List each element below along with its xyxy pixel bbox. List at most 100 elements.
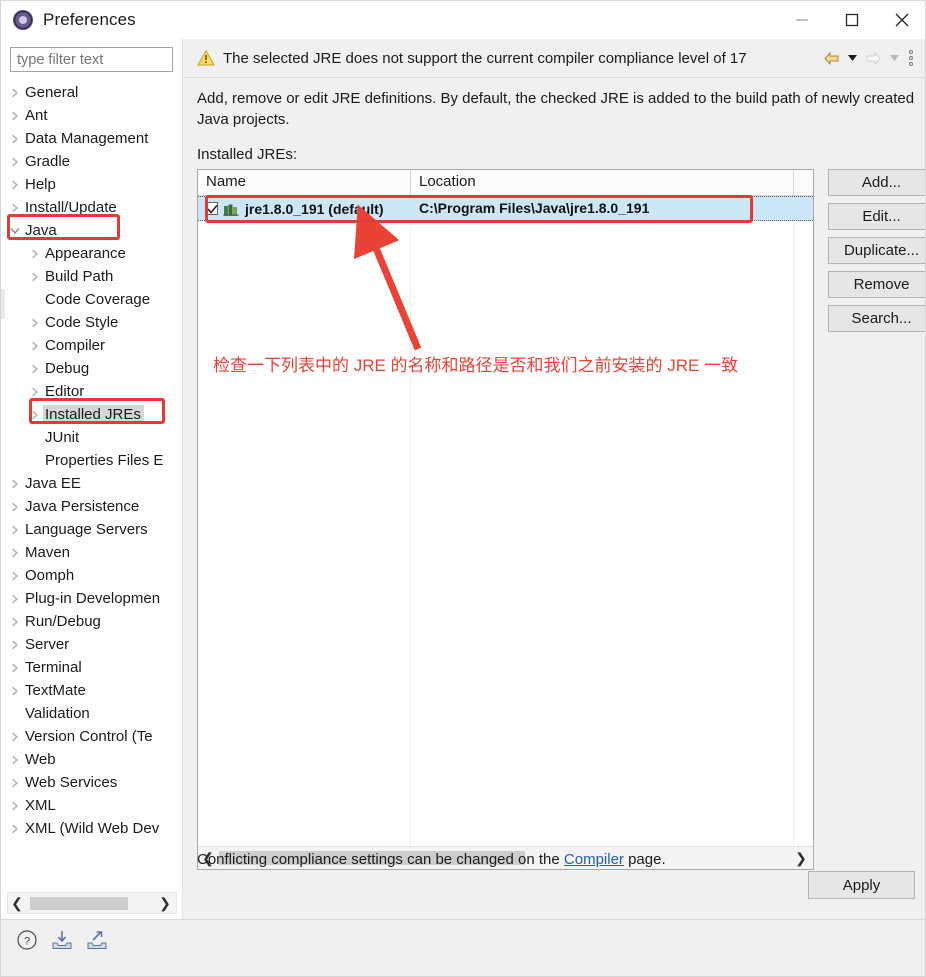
chevron-down-icon[interactable] <box>7 219 23 242</box>
sidebar-item-version-control-te[interactable]: Version Control (Te <box>1 725 183 748</box>
sidebar-item-junit[interactable]: JUnit <box>1 426 183 449</box>
chevron-right-icon[interactable] <box>7 748 23 771</box>
scroll-left-icon[interactable]: ❮ <box>8 895 26 912</box>
sidebar-item-help[interactable]: Help <box>1 173 183 196</box>
scrollbar-thumb[interactable] <box>30 897 128 910</box>
chevron-right-icon[interactable] <box>7 81 23 104</box>
sidebar-item-ant[interactable]: Ant <box>1 104 183 127</box>
sidebar-item-general[interactable]: General <box>1 81 183 104</box>
chevron-right-icon[interactable] <box>27 334 43 357</box>
sidebar-item-run-debug[interactable]: Run/Debug <box>1 610 183 633</box>
sidebar-item-java[interactable]: Java <box>1 219 183 242</box>
sidebar-item-gradle[interactable]: Gradle <box>1 150 183 173</box>
row-location-cell[interactable]: C:\Program Files\Java\jre1.8.0_191 <box>411 200 794 218</box>
sidebar-item-java-ee[interactable]: Java EE <box>1 472 183 495</box>
sidebar-item-code-style[interactable]: Code Style <box>1 311 183 334</box>
conflict-note: Conflicting compliance settings can be c… <box>197 851 666 868</box>
search-button[interactable]: Search... <box>828 305 925 332</box>
sidebar-item-xml[interactable]: XML <box>1 794 183 817</box>
sidebar-item-textmate[interactable]: TextMate <box>1 679 183 702</box>
chevron-right-icon[interactable] <box>7 518 23 541</box>
chevron-right-icon[interactable] <box>7 150 23 173</box>
minimize-button[interactable] <box>777 1 827 39</box>
sidebar-item-web-services[interactable]: Web Services <box>1 771 183 794</box>
view-menu-icon[interactable] <box>904 47 918 69</box>
column-header-name[interactable]: Name <box>198 170 411 195</box>
sidebar-horizontal-scrollbar[interactable]: ❮ ❯ <box>7 892 177 914</box>
chevron-right-icon[interactable] <box>7 587 23 610</box>
chevron-right-icon[interactable] <box>7 127 23 150</box>
duplicate-button[interactable]: Duplicate... <box>828 237 925 264</box>
help-icon[interactable]: ? <box>15 928 39 952</box>
chevron-right-icon[interactable] <box>7 541 23 564</box>
apply-button[interactable]: Apply <box>808 871 915 899</box>
sidebar-item-language-servers[interactable]: Language Servers <box>1 518 183 541</box>
chevron-right-icon[interactable] <box>27 242 43 265</box>
chevron-right-icon[interactable] <box>7 725 23 748</box>
sidebar-item-data-management[interactable]: Data Management <box>1 127 183 150</box>
sidebar-item-web[interactable]: Web <box>1 748 183 771</box>
chevron-right-icon[interactable] <box>7 173 23 196</box>
sidebar-item-maven[interactable]: Maven <box>1 541 183 564</box>
sidebar-item-debug[interactable]: Debug <box>1 357 183 380</box>
chevron-right-icon[interactable] <box>7 104 23 127</box>
chevron-right-icon[interactable] <box>7 610 23 633</box>
sidebar-item-build-path[interactable]: Build Path <box>1 265 183 288</box>
row-name-cell[interactable]: jre1.8.0_191 (default) <box>198 201 411 217</box>
chevron-right-icon[interactable] <box>27 311 43 334</box>
column-header-location[interactable]: Location <box>411 170 794 195</box>
sidebar-item-editor[interactable]: Editor <box>1 380 183 403</box>
sidebar-item-properties-files-e[interactable]: Properties Files E <box>1 449 183 472</box>
chevron-right-icon[interactable] <box>7 495 23 518</box>
chevron-right-icon[interactable] <box>7 794 23 817</box>
export-icon[interactable] <box>85 928 109 952</box>
back-arrow-icon[interactable] <box>820 47 842 69</box>
chevron-right-icon[interactable] <box>27 403 43 426</box>
column-header-extra[interactable] <box>794 170 813 195</box>
sidebar-item-label: TextMate <box>25 682 86 699</box>
sidebar-item-label: Appearance <box>45 245 126 262</box>
chevron-right-icon[interactable] <box>27 265 43 288</box>
add-button[interactable]: Add... <box>828 169 925 196</box>
row-checkbox[interactable] <box>205 202 218 215</box>
chevron-right-icon[interactable] <box>7 656 23 679</box>
remove-button[interactable]: Remove <box>828 271 925 298</box>
sidebar-item-label: Code Coverage <box>45 291 151 308</box>
sidebar-item-java-persistence[interactable]: Java Persistence <box>1 495 183 518</box>
installed-jres-table[interactable]: Name Location jre1.8.0_191 (default) C:\… <box>197 169 814 870</box>
sidebar-item-installed-jres[interactable]: Installed JREs <box>1 403 183 426</box>
sidebar-item-label: JUnit <box>45 429 80 446</box>
sidebar-item-validation[interactable]: Validation <box>1 702 183 725</box>
status-banner: The selected JRE does not support the cu… <box>184 39 925 78</box>
chevron-right-icon[interactable] <box>7 679 23 702</box>
sidebar-item-code-coverage[interactable]: Code Coverage <box>1 288 183 311</box>
chevron-right-icon[interactable] <box>7 564 23 587</box>
chevron-right-icon[interactable] <box>7 817 23 840</box>
preferences-dialog: Preferences General Ant Data Management Gra… <box>0 0 926 977</box>
filter-input[interactable] <box>10 47 173 72</box>
chevron-right-icon[interactable] <box>27 357 43 380</box>
chevron-right-icon[interactable] <box>7 472 23 495</box>
compiler-link[interactable]: Compiler <box>564 851 624 868</box>
chevron-right-icon[interactable] <box>7 771 23 794</box>
sidebar-item-terminal[interactable]: Terminal <box>1 656 183 679</box>
sidebar-item-compiler[interactable]: Compiler <box>1 334 183 357</box>
scroll-right-icon[interactable]: ❯ <box>156 895 174 912</box>
sidebar-item-xml-wild-web-dev[interactable]: XML (Wild Web Dev <box>1 817 183 840</box>
chevron-right-icon[interactable] <box>27 380 43 403</box>
sidebar-item-server[interactable]: Server <box>1 633 183 656</box>
import-icon[interactable] <box>50 928 74 952</box>
edit-button[interactable]: Edit... <box>828 203 925 230</box>
chevron-right-icon[interactable] <box>7 633 23 656</box>
close-button[interactable] <box>877 1 925 39</box>
maximize-button[interactable] <box>827 1 877 39</box>
sidebar-item-appearance[interactable]: Appearance <box>1 242 183 265</box>
table-row[interactable]: jre1.8.0_191 (default) C:\Program Files\… <box>198 196 813 221</box>
table-scroll-right-icon[interactable]: ❯ <box>791 850 811 867</box>
chevron-right-icon[interactable] <box>7 196 23 219</box>
sidebar-item-oomph[interactable]: Oomph <box>1 564 183 587</box>
preferences-tree[interactable]: General Ant Data Management Gradle Help Insta… <box>1 81 183 881</box>
sidebar-item-install-update[interactable]: Install/Update <box>1 196 183 219</box>
sidebar-item-plug-in-developmen[interactable]: Plug-in Developmen <box>1 587 183 610</box>
back-dropdown-icon[interactable] <box>845 48 859 68</box>
